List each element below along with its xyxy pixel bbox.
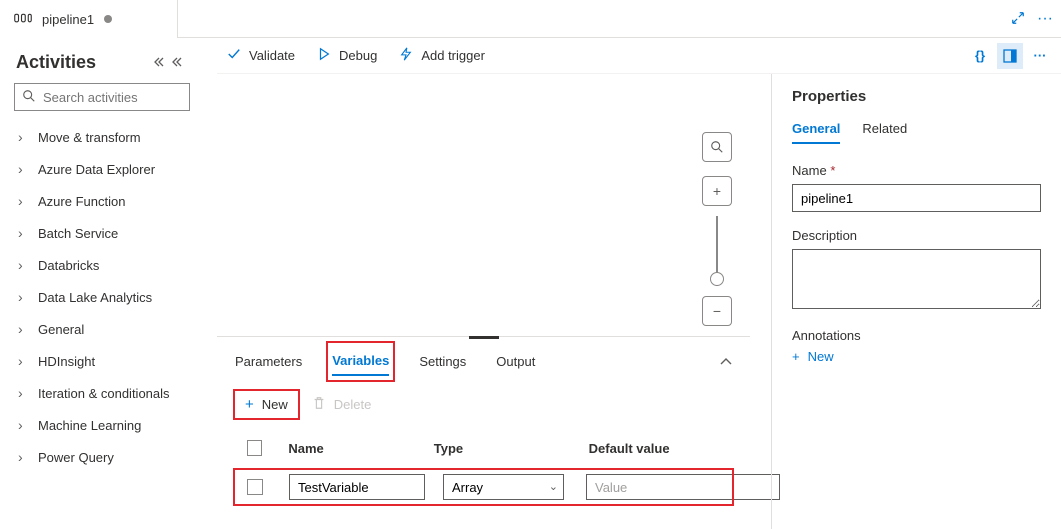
activity-group-iteration-conditionals[interactable]: ›Iteration & conditionals bbox=[10, 377, 198, 409]
debug-button[interactable]: Debug bbox=[317, 47, 377, 64]
zoom-thumb[interactable] bbox=[710, 272, 724, 286]
new-variable-button[interactable]: + New bbox=[235, 391, 298, 418]
trigger-icon bbox=[399, 47, 413, 64]
select-all-checkbox[interactable] bbox=[247, 440, 262, 456]
activity-group-general[interactable]: ›General bbox=[10, 313, 198, 345]
collapse-activities-icon[interactable] bbox=[154, 56, 168, 70]
activity-group-machine-learning[interactable]: ›Machine Learning bbox=[10, 409, 198, 441]
config-tabs: Parameters Variables Settings Output bbox=[235, 345, 732, 377]
column-header-name: Name bbox=[288, 441, 431, 456]
variable-row: ⌄ bbox=[235, 470, 732, 504]
activities-panel: Activities ›Move & transform ›Azure Data… bbox=[0, 38, 198, 529]
activity-group-azure-function[interactable]: ›Azure Function bbox=[10, 185, 198, 217]
tab-output[interactable]: Output bbox=[496, 348, 535, 375]
zoom-controls: + − bbox=[702, 128, 732, 330]
tab-pipeline1[interactable]: pipeline1 bbox=[0, 0, 178, 38]
collapse-activities-alt-icon[interactable] bbox=[172, 56, 186, 70]
new-annotation-button[interactable]: + New bbox=[792, 349, 1041, 364]
pipeline-canvas[interactable]: + − bbox=[217, 74, 750, 336]
trash-icon bbox=[312, 396, 326, 413]
activity-group-batch-service[interactable]: ›Batch Service bbox=[10, 217, 198, 249]
properties-tab-related[interactable]: Related bbox=[862, 121, 907, 144]
config-panel: Parameters Variables Settings Output + N… bbox=[217, 336, 750, 529]
activity-group-hdinsight[interactable]: ›HDInsight bbox=[10, 345, 198, 377]
activities-heading: Activities bbox=[16, 52, 96, 73]
properties-panel: Properties General Related Name * Descri… bbox=[771, 74, 1061, 529]
zoom-in-button[interactable]: + bbox=[702, 176, 732, 206]
search-input[interactable] bbox=[14, 83, 190, 111]
toolbar-more-button[interactable]: ··· bbox=[1027, 43, 1053, 69]
tab-variables[interactable]: Variables bbox=[332, 347, 389, 376]
tab-more-icon[interactable]: ··· bbox=[1037, 10, 1053, 28]
collapse-config-icon[interactable] bbox=[720, 354, 732, 369]
column-header-default: Default value bbox=[589, 441, 732, 456]
validate-button[interactable]: Validate bbox=[227, 47, 295, 64]
tab-strip: pipeline1 ··· bbox=[0, 0, 1061, 38]
variables-table-header: Name Type Default value bbox=[235, 440, 732, 456]
properties-toggle-button[interactable] bbox=[997, 43, 1023, 69]
activity-group-power-query[interactable]: ›Power Query bbox=[10, 441, 198, 473]
description-input[interactable] bbox=[792, 249, 1041, 309]
add-trigger-button[interactable]: Add trigger bbox=[399, 47, 485, 64]
properties-heading: Properties bbox=[792, 88, 1041, 105]
unsaved-dot-icon bbox=[104, 15, 112, 23]
search-icon bbox=[22, 89, 36, 106]
tab-settings[interactable]: Settings bbox=[419, 348, 466, 375]
pipeline-icon bbox=[14, 11, 32, 28]
description-label: Description bbox=[792, 228, 1041, 243]
plus-icon: + bbox=[792, 349, 800, 364]
expand-icon[interactable] bbox=[1011, 11, 1025, 28]
tab-parameters[interactable]: Parameters bbox=[235, 348, 302, 375]
variable-type-select[interactable] bbox=[443, 474, 564, 500]
properties-tab-general[interactable]: General bbox=[792, 121, 840, 144]
checkmark-icon bbox=[227, 47, 241, 64]
zoom-slider[interactable] bbox=[716, 216, 718, 286]
code-view-button[interactable]: {} bbox=[967, 43, 993, 69]
panel-drag-handle-icon[interactable] bbox=[469, 336, 499, 339]
pipeline-toolbar: Validate Debug Add trigger {} ··· bbox=[217, 38, 1061, 74]
delete-variable-button: Delete bbox=[312, 396, 372, 413]
search-activities bbox=[14, 83, 190, 111]
tab-title: pipeline1 bbox=[42, 12, 94, 27]
play-icon bbox=[317, 47, 331, 64]
zoom-out-button[interactable]: − bbox=[702, 296, 732, 326]
activity-group-azure-data-explorer[interactable]: ›Azure Data Explorer bbox=[10, 153, 198, 185]
pipeline-name-input[interactable] bbox=[792, 184, 1041, 212]
plus-icon: + bbox=[245, 396, 254, 413]
row-checkbox[interactable] bbox=[247, 479, 263, 495]
annotations-label: Annotations bbox=[792, 328, 1041, 343]
activity-group-move-transform[interactable]: ›Move & transform bbox=[10, 121, 198, 153]
activity-group-databricks[interactable]: ›Databricks bbox=[10, 249, 198, 281]
fit-to-screen-button[interactable] bbox=[702, 132, 732, 162]
variable-name-input[interactable] bbox=[289, 474, 425, 500]
variable-default-input[interactable] bbox=[586, 474, 780, 500]
activity-group-data-lake-analytics[interactable]: ›Data Lake Analytics bbox=[10, 281, 198, 313]
name-label: Name * bbox=[792, 163, 1041, 178]
column-header-type: Type bbox=[434, 441, 587, 456]
